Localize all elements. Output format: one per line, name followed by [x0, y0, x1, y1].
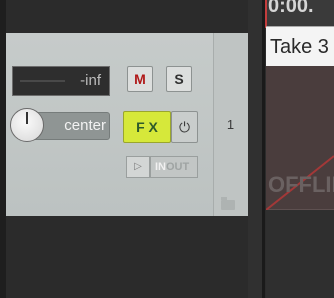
timeline-timecode: 0:00. [268, 0, 314, 17]
playhead-marker [265, 0, 267, 28]
fx-bypass-power-icon[interactable]: ⏻ [171, 111, 198, 143]
fx-button[interactable]: F X [123, 111, 171, 143]
arrange-empty-area[interactable] [266, 210, 334, 298]
media-item-name[interactable]: Take 3 [266, 26, 334, 66]
input-label: IN [155, 161, 166, 173]
volume-readout: -inf [80, 72, 101, 89]
tcp-empty-area [6, 216, 262, 298]
input-output-button[interactable]: INOUT [150, 156, 198, 178]
folder-icon[interactable] [221, 197, 235, 210]
pan-label: center [64, 117, 106, 134]
solo-button[interactable]: S [166, 66, 192, 92]
panel-divider-line [262, 0, 265, 298]
meter-bar [20, 80, 65, 82]
tcp-top-empty-area [6, 0, 262, 33]
pan-knob-indicator [26, 112, 28, 124]
mute-button[interactable]: M [127, 66, 153, 92]
route-play-icon[interactable]: ▷ [126, 156, 150, 178]
media-item-offline-label: OFFLINE [268, 172, 334, 197]
output-label: OUT [166, 161, 190, 173]
track-number: 1 [226, 117, 235, 132]
